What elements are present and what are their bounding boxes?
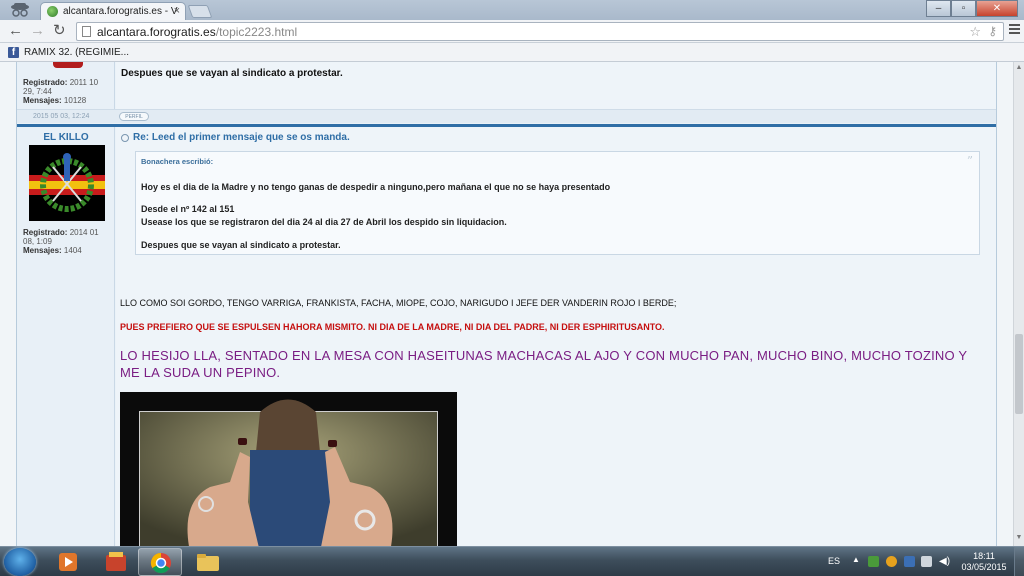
post-footer: 2015 05 03, 12:24 PERFIL — [17, 109, 996, 123]
prev-avatar — [53, 62, 83, 68]
scroll-up-icon[interactable]: ▲ — [1015, 64, 1023, 71]
reload-icon[interactable]: ↻ — [53, 23, 66, 39]
legion-emblem-icon — [29, 145, 105, 221]
explorer-button[interactable] — [186, 548, 230, 576]
page-viewport: Registrado: 2011 10 29, 7:44 Mensajes: 1… — [0, 62, 1013, 546]
tab-title: alcantara.forogratis.es - V — [63, 6, 178, 17]
chrome-menu-icon[interactable] — [1009, 24, 1020, 34]
url-host: alcantara.forogratis.es — [97, 25, 216, 39]
taskbar-clock[interactable]: 18:11 03/05/2015 — [958, 551, 1010, 573]
media-player-icon — [59, 553, 77, 571]
network-icon[interactable] — [921, 556, 932, 567]
close-tab-icon[interactable]: × — [174, 5, 180, 17]
toolbox-icon — [106, 552, 126, 571]
post-icon — [121, 134, 129, 142]
bookmark-item[interactable]: RAMIX 32. (REGIMIE... — [24, 47, 129, 58]
tray-app-icon[interactable] — [868, 556, 879, 567]
prev-post-meta: Registrado: 2011 10 29, 7:44 Mensajes: 1… — [23, 78, 99, 105]
browser-tab[interactable]: alcantara.forogratis.es - V × — [40, 2, 186, 20]
post-date: 2015 05 03, 12:24 — [33, 113, 90, 120]
scroll-thumb[interactable] — [1015, 334, 1023, 414]
avatar — [29, 145, 105, 221]
windows-taskbar: ES ▲ ◀) 18:11 03/05/2015 — [0, 546, 1024, 576]
media-player-button[interactable] — [46, 548, 90, 576]
chrome-taskbar-button[interactable] — [138, 548, 182, 576]
close-window-button[interactable]: ✕ — [976, 0, 1018, 17]
page-icon — [82, 26, 91, 37]
scroll-down-icon[interactable]: ▼ — [1015, 534, 1023, 541]
back-arrow-icon[interactable]: ← — [8, 23, 23, 39]
forum-topic: Registrado: 2011 10 29, 7:44 Mensajes: 1… — [16, 62, 997, 546]
quote-line: Despues que se vayan al sindicato a prot… — [141, 240, 341, 250]
post-text-black: LLO COMO SOI GORDO, TENGO VARRIGA, FRANK… — [120, 298, 677, 308]
show-desktop-button[interactable] — [1014, 547, 1024, 576]
tray-app-icon[interactable] — [904, 556, 915, 567]
facebook-icon: f — [8, 47, 19, 58]
new-tab-button[interactable] — [187, 5, 213, 18]
quote-line: Hoy es el dia de la Madre y no tengo gan… — [141, 182, 611, 192]
url-path: /topic2223.html — [215, 25, 298, 39]
folder-icon — [197, 554, 219, 571]
volume-icon[interactable]: ◀) — [939, 556, 950, 567]
quote-author: Bonachera escribió: — [141, 157, 214, 166]
quote-box: Bonachera escribió: ” Hoy es el dia de l… — [135, 151, 980, 255]
quote-line: Desde el nº 142 al 151 — [141, 204, 235, 214]
app-button[interactable] — [94, 548, 138, 576]
bookmark-star-icon[interactable]: ☆ — [969, 24, 981, 40]
minimize-button[interactable]: – — [926, 0, 951, 17]
bookmarks-bar: f RAMIX 32. (REGIMIE... — [0, 43, 1024, 62]
quote-mark-icon: ” — [966, 154, 973, 168]
post-image — [120, 392, 457, 546]
tray-expand-icon[interactable]: ▲ — [852, 555, 860, 564]
forum-favicon-icon — [47, 6, 58, 17]
browser-toolbar: ← → ↻ alcantara.forogratis.es/topic2223.… — [0, 20, 1024, 43]
quote-line: Usease los que se registraron del dia 24… — [141, 217, 507, 227]
clock-time: 18:11 — [973, 551, 995, 561]
windows-start-icon[interactable] — [4, 548, 36, 576]
window-controls: – ▫ ✕ — [926, 0, 1018, 18]
post-author[interactable]: EL KILLO — [17, 132, 115, 143]
post-title[interactable]: Re: Leed el primer mensaje que se os man… — [133, 132, 350, 143]
key-icon[interactable]: ⚷ — [988, 24, 997, 38]
prev-post-text: Despues que se vayan al sindicato a prot… — [121, 68, 343, 79]
incognito-icon — [11, 3, 29, 17]
page-scrollbar[interactable]: ▲ ▼ — [1013, 62, 1024, 546]
chrome-icon — [150, 552, 171, 574]
maximize-button[interactable]: ▫ — [951, 0, 976, 17]
language-indicator[interactable]: ES — [828, 556, 840, 566]
post-text-purple: LO HESIJO LLA, SENTADO EN LA MESA CON HA… — [120, 348, 968, 380]
forward-arrow-icon[interactable]: → — [30, 23, 45, 39]
perfil-button[interactable]: PERFIL — [119, 112, 149, 121]
clock-date: 03/05/2015 — [961, 562, 1007, 572]
window-titlebar: alcantara.forogratis.es - V × – ▫ ✕ — [0, 0, 1024, 20]
tray-app-icon[interactable] — [886, 556, 897, 567]
address-bar[interactable]: alcantara.forogratis.es/topic2223.html ☆… — [76, 22, 1004, 41]
post-text-red: PUES PREFIERO QUE SE ESPULSEN HAHORA MIS… — [120, 322, 665, 332]
photo-picture — [120, 392, 457, 546]
post-meta: Registrado: 2014 01 08, 1:09 Mensajes: 1… — [23, 228, 99, 255]
